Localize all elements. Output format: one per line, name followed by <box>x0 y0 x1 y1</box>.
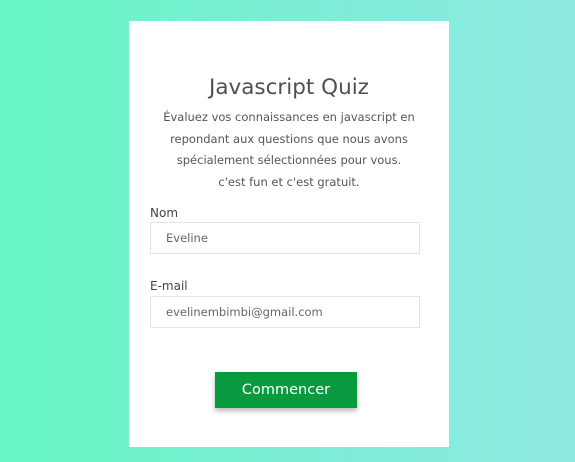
description-line: c'est fun et c'est gratuit. <box>218 174 360 189</box>
name-label: Nom <box>150 206 179 220</box>
quiz-description: Évaluez vos connaissances en javascript … <box>139 107 439 193</box>
email-label: E-mail <box>150 279 188 293</box>
description-line: repondant aux questions que nous avons <box>170 131 408 146</box>
page-title: Javascript Quiz <box>209 75 369 100</box>
quiz-card: Javascript Quiz Évaluez vos connaissance… <box>129 21 449 447</box>
description-line: spécialement sélectionnées pour vous. <box>176 153 402 167</box>
name-input[interactable] <box>150 222 420 254</box>
email-input[interactable] <box>150 296 420 328</box>
description-line: Évaluez vos connaissances en javascript … <box>163 110 415 124</box>
start-button[interactable]: Commencer <box>215 372 357 408</box>
